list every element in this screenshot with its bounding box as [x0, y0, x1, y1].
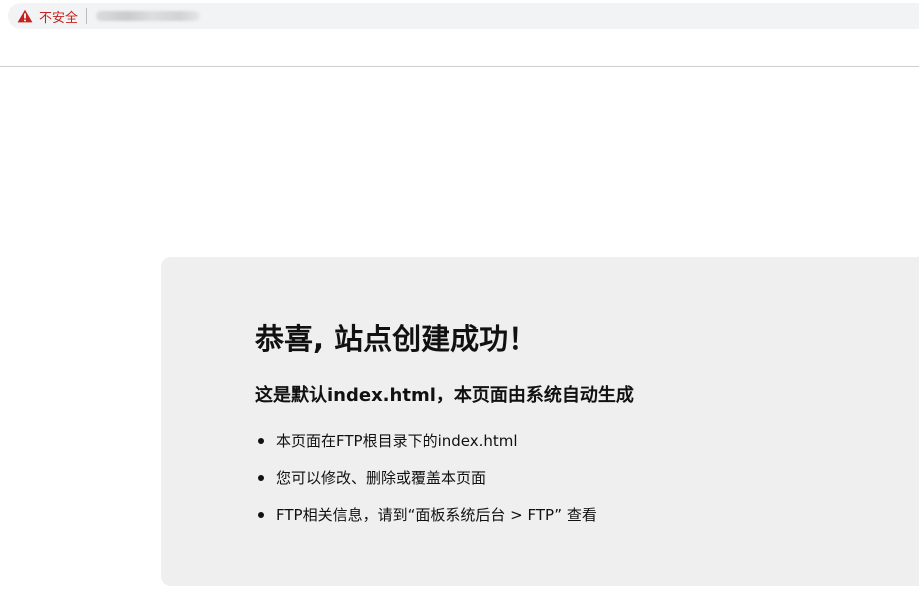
bullet-icon [258, 475, 264, 481]
page-content: 恭喜, 站点创建成功！ 这是默认index.html，本页面由系统自动生成 本页… [0, 67, 919, 609]
address-divider [86, 8, 88, 24]
list-item-text: 您可以修改、删除或覆盖本页面 [276, 469, 487, 487]
list-item: FTP相关信息，请到“面板系统后台 > FTP” 查看 [255, 504, 597, 541]
list-item-text: FTP相关信息，请到“面板系统后台 > FTP” 查看 [276, 506, 597, 524]
page-title: 恭喜, 站点创建成功！ [255, 322, 538, 356]
address-bar[interactable]: 不安全 [8, 3, 919, 29]
bullet-icon [258, 438, 264, 444]
list-item: 本页面在FTP根目录下的index.html [255, 430, 597, 467]
page-subtitle: 这是默认index.html，本页面由系统自动生成 [255, 385, 634, 406]
security-status-label[interactable]: 不安全 [39, 7, 78, 26]
url-text-redacted[interactable] [96, 11, 201, 21]
warning-triangle-icon[interactable] [17, 9, 33, 23]
browser-toolbar: 不安全 [0, 0, 919, 67]
info-list: 本页面在FTP根目录下的index.html 您可以修改、删除或覆盖本页面 FT… [255, 430, 597, 541]
bullet-icon [258, 512, 264, 518]
success-card: 恭喜, 站点创建成功！ 这是默认index.html，本页面由系统自动生成 本页… [161, 257, 919, 586]
list-item-text: 本页面在FTP根目录下的index.html [276, 432, 518, 450]
list-item: 您可以修改、删除或覆盖本页面 [255, 467, 597, 504]
